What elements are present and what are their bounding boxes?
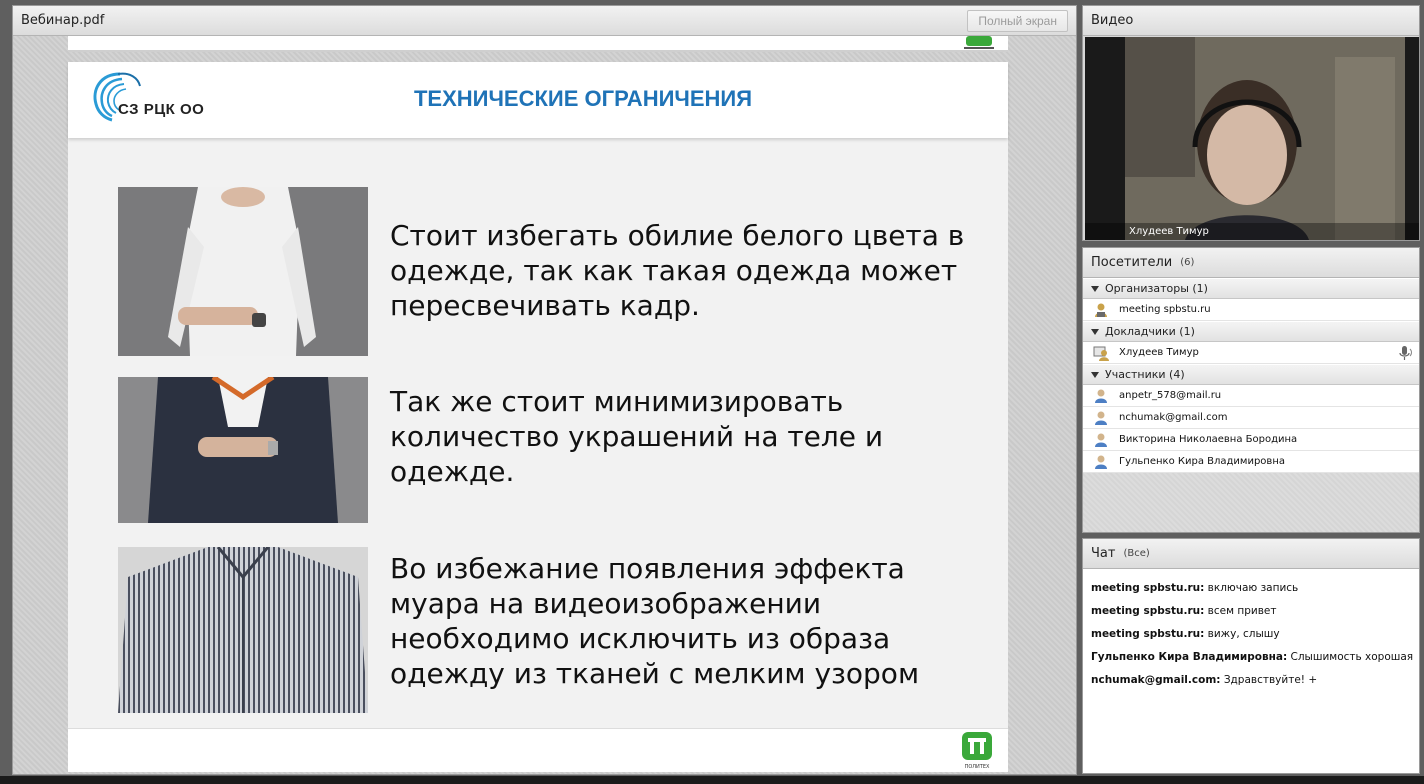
dark-jacket-photo xyxy=(118,377,368,523)
chat-messages: meeting spbstu.ru: включаю запись meetin… xyxy=(1083,569,1419,700)
attendees-title: Посетители xyxy=(1091,255,1173,270)
chat-text: включаю запись xyxy=(1207,582,1299,594)
presenter-user-icon xyxy=(1093,346,1109,361)
participant-user-icon xyxy=(1095,433,1107,447)
collapse-triangle-icon[interactable] xyxy=(1091,285,1099,292)
white-blouse-photo xyxy=(118,187,368,356)
striped-shirt-photo xyxy=(118,547,368,713)
chat-message: Гульпенко Кира Владимировна: Слышимость … xyxy=(1091,646,1414,669)
presentation-title: Вебинар.pdf xyxy=(21,13,105,28)
attendee-row[interactable]: meeting spbstu.ru xyxy=(1083,299,1419,321)
chat-sender: meeting spbstu.ru: xyxy=(1091,582,1205,594)
chat-scope[interactable]: (Все) xyxy=(1123,548,1149,559)
slide-footer: ПОЛИТЕХ xyxy=(68,728,1008,772)
presenter-name-label: Хлудеев Тимур xyxy=(1129,226,1209,237)
chat-sender: nchumak@gmail.com: xyxy=(1091,674,1221,686)
app-window: Вебинар.pdf Полный экран СЗ РЦК ОО ТЕХНИ… xyxy=(0,0,1424,784)
bottom-strip xyxy=(0,776,1424,784)
chat-sender: Гульпенко Кира Владимировна: xyxy=(1091,651,1288,663)
group-label: Организаторы (1) xyxy=(1105,282,1208,295)
chat-pod: Чат (Все) meeting spbstu.ru: включаю зап… xyxy=(1082,538,1420,774)
microphone-icon[interactable] xyxy=(1397,345,1413,361)
attendee-name: anpetr_578@mail.ru xyxy=(1119,390,1222,401)
polytech-logo-text: ПОЛИТЕХ xyxy=(964,764,990,770)
chat-title: Чат xyxy=(1091,546,1116,561)
attendee-name: nchumak@gmail.com xyxy=(1119,412,1228,423)
chat-text: Здравствуйте! + xyxy=(1223,674,1318,686)
attendee-name: Хлудеев Тимур xyxy=(1119,347,1199,358)
group-participants[interactable]: Участники (4) xyxy=(1083,364,1419,385)
collapse-triangle-icon[interactable] xyxy=(1091,328,1099,335)
chat-text: всем привет xyxy=(1207,605,1277,617)
chat-message: meeting spbstu.ru: вижу, слышу xyxy=(1091,623,1411,646)
paragraph-jewelry: Так же стоит минимизировать количество у… xyxy=(390,385,884,488)
participant-user-icon xyxy=(1095,455,1107,469)
chat-header: Чат (Все) xyxy=(1083,539,1419,569)
host-user-icon xyxy=(1095,303,1107,317)
chat-sender: meeting spbstu.ru: xyxy=(1091,605,1205,617)
slide: СЗ РЦК ОО ТЕХНИЧЕСКИЕ ОГРАНИЧЕНИЯ Стоит … xyxy=(68,62,1008,772)
video-header: Видео xyxy=(1083,6,1419,36)
slide-title: ТЕХНИЧЕСКИЕ ОГРАНИЧЕНИЯ xyxy=(413,86,753,111)
webcam-video[interactable]: Хлудеев Тимур xyxy=(1085,37,1419,240)
presentation-pod: Вебинар.pdf Полный экран СЗ РЦК ОО ТЕХНИ… xyxy=(12,5,1077,775)
attendee-row[interactable]: Викторина Николаевна Бородина xyxy=(1083,429,1419,451)
polytech-logo-icon xyxy=(964,36,994,49)
slide-stage: СЗ РЦК ОО ТЕХНИЧЕСКИЕ ОГРАНИЧЕНИЯ Стоит … xyxy=(13,36,1076,774)
participant-user-icon xyxy=(1095,411,1107,425)
group-label: Участники (4) xyxy=(1105,368,1185,381)
presenter-video-frame xyxy=(1085,37,1419,240)
group-organizers[interactable]: Организаторы (1) xyxy=(1083,278,1419,299)
attendees-count: (6) xyxy=(1180,257,1195,268)
fullscreen-button[interactable]: Полный экран xyxy=(967,9,1068,32)
attendee-row[interactable]: nchumak@gmail.com xyxy=(1083,407,1419,429)
video-pod: Видео Хлудеев Тимур xyxy=(1082,5,1420,241)
participant-user-icon xyxy=(1095,389,1107,403)
video-title: Видео xyxy=(1091,13,1134,28)
chat-message: meeting spbstu.ru: всем привет xyxy=(1091,600,1411,623)
attendee-row[interactable]: anpetr_578@mail.ru xyxy=(1083,385,1419,407)
attendee-row[interactable]: Гульпенко Кира Владимировна xyxy=(1083,451,1419,473)
paragraph-moire: Во избежание появления эффекта муара на … xyxy=(390,552,920,690)
attendees-pod: Посетители (6) Организаторы (1) meeting … xyxy=(1082,247,1420,533)
attendee-name: Гульпенко Кира Владимировна xyxy=(1119,456,1285,467)
attendees-header: Посетители (6) xyxy=(1083,248,1419,278)
paragraph-white-clothing: Стоит избегать обилие белого цвета в оде… xyxy=(390,219,965,322)
collapse-triangle-icon[interactable] xyxy=(1091,371,1099,378)
chat-text: вижу, слышу xyxy=(1207,628,1280,640)
chat-sender: meeting spbstu.ru: xyxy=(1091,628,1205,640)
chat-text: Слышимость хорошая xyxy=(1290,651,1414,663)
chat-message: nchumak@gmail.com: Здравствуйте! + xyxy=(1091,669,1411,692)
attendee-name: meeting spbstu.ru xyxy=(1119,304,1211,315)
attendee-row[interactable]: Хлудеев Тимур xyxy=(1083,342,1419,364)
slide-header: СЗ РЦК ОО ТЕХНИЧЕСКИЕ ОГРАНИЧЕНИЯ xyxy=(68,62,1008,138)
group-presenters[interactable]: Докладчики (1) xyxy=(1083,321,1419,342)
presentation-header: Вебинар.pdf Полный экран xyxy=(13,6,1076,36)
attendee-name: Викторина Николаевна Бородина xyxy=(1119,434,1298,445)
group-label: Докладчики (1) xyxy=(1105,325,1195,338)
chat-message: meeting spbstu.ru: включаю запись xyxy=(1091,577,1411,600)
previous-slide-edge xyxy=(68,36,1008,52)
